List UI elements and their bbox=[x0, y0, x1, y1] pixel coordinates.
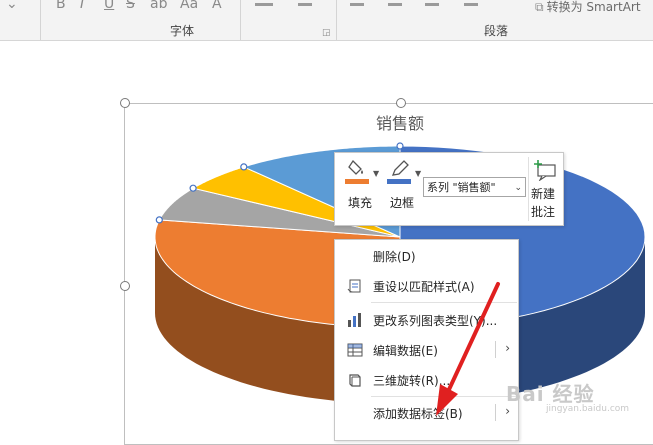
watermark-text: Bai 经验 bbox=[506, 382, 595, 406]
watermark-sub: jingyan.baidu.com bbox=[546, 404, 630, 414]
watermark: Bai 经验 jingyan.baidu.com bbox=[506, 378, 629, 414]
red-arrow-annotation bbox=[436, 282, 500, 416]
